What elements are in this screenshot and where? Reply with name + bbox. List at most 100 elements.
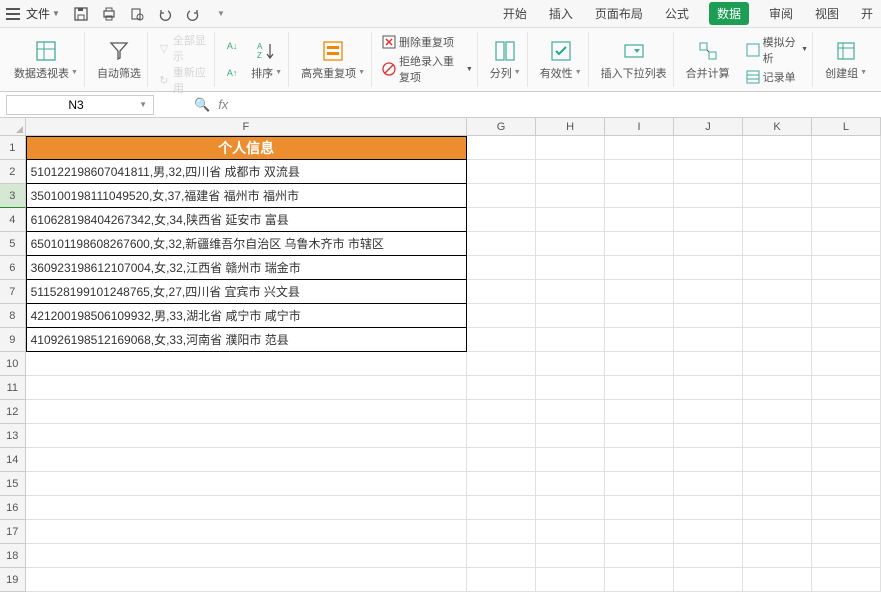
cell[interactable] — [26, 448, 467, 472]
undo-icon[interactable] — [156, 5, 174, 23]
cell[interactable] — [674, 256, 743, 280]
cell[interactable] — [812, 424, 881, 448]
col-header-I[interactable]: I — [605, 118, 674, 136]
cell[interactable] — [674, 424, 743, 448]
cell[interactable] — [605, 352, 674, 376]
cell[interactable] — [605, 544, 674, 568]
cell[interactable] — [26, 424, 467, 448]
cell[interactable] — [812, 304, 881, 328]
row-header-5[interactable]: 5 — [0, 232, 26, 256]
cell[interactable] — [536, 496, 605, 520]
search-icon[interactable]: 🔍 — [194, 97, 210, 113]
cell[interactable] — [605, 160, 674, 184]
menu-icon[interactable] — [6, 8, 20, 20]
cell[interactable] — [467, 472, 536, 496]
cell[interactable] — [467, 400, 536, 424]
cell[interactable] — [605, 376, 674, 400]
cell[interactable] — [605, 568, 674, 592]
spreadsheet-grid[interactable]: F G H I J K L 1个人信息2510122198607041811,男… — [0, 118, 881, 592]
qat-customize-icon[interactable]: ▼ — [212, 5, 230, 23]
cell-data[interactable]: 650101198608267600,女,32,新疆维吾尔自治区 乌鲁木齐市 市… — [26, 232, 467, 256]
row-header-4[interactable]: 4 — [0, 208, 26, 232]
row-header-7[interactable]: 7 — [0, 280, 26, 304]
cell[interactable] — [605, 448, 674, 472]
cell[interactable] — [467, 544, 536, 568]
cell[interactable] — [812, 208, 881, 232]
cell[interactable] — [812, 328, 881, 352]
cell[interactable] — [812, 448, 881, 472]
cell[interactable] — [743, 472, 812, 496]
cell[interactable] — [467, 496, 536, 520]
cell[interactable] — [26, 496, 467, 520]
cell[interactable] — [743, 376, 812, 400]
cell[interactable] — [674, 496, 743, 520]
cell[interactable] — [743, 328, 812, 352]
cell[interactable] — [743, 400, 812, 424]
insert-dropdown-button[interactable]: 插入下拉列表 — [595, 32, 674, 87]
cell[interactable] — [26, 568, 467, 592]
cell[interactable] — [743, 280, 812, 304]
tab-review[interactable]: 审阅 — [767, 1, 795, 26]
row-header-14[interactable]: 14 — [0, 448, 26, 472]
cell[interactable] — [743, 184, 812, 208]
cell[interactable] — [536, 544, 605, 568]
row-header-12[interactable]: 12 — [0, 400, 26, 424]
cell[interactable] — [812, 184, 881, 208]
print-icon[interactable] — [100, 5, 118, 23]
cell[interactable] — [605, 280, 674, 304]
cell[interactable] — [536, 208, 605, 232]
row-header-2[interactable]: 2 — [0, 160, 26, 184]
cell[interactable] — [467, 328, 536, 352]
row-header-3[interactable]: 3 — [0, 184, 26, 208]
cell[interactable] — [674, 568, 743, 592]
cell-data[interactable]: 360923198612107004,女,32,江西省 赣州市 瑞金市 — [26, 256, 467, 280]
row-header-18[interactable]: 18 — [0, 544, 26, 568]
cell[interactable] — [605, 136, 674, 160]
cell[interactable] — [743, 544, 812, 568]
cell[interactable] — [674, 400, 743, 424]
cell[interactable] — [674, 352, 743, 376]
cell[interactable] — [536, 232, 605, 256]
col-header-F[interactable]: F — [26, 118, 467, 136]
validation-button[interactable]: 有效性▼ — [534, 32, 589, 87]
cell-data[interactable]: 510122198607041811,男,32,四川省 成都市 双流县 — [26, 160, 467, 184]
cell[interactable] — [26, 472, 467, 496]
cell[interactable] — [26, 400, 467, 424]
fx-icon[interactable]: fx — [218, 97, 228, 112]
cell[interactable] — [467, 352, 536, 376]
cell-data[interactable]: 350100198111049520,女,37,福建省 福州市 福州市 — [26, 184, 467, 208]
tab-more[interactable]: 开 — [859, 1, 875, 26]
cell[interactable] — [605, 520, 674, 544]
cell-data[interactable]: 610628198404267342,女,34,陕西省 延安市 富县 — [26, 208, 467, 232]
cell[interactable] — [743, 568, 812, 592]
cell[interactable] — [536, 136, 605, 160]
name-box-input[interactable] — [13, 98, 139, 112]
cell[interactable] — [536, 328, 605, 352]
cell[interactable] — [812, 376, 881, 400]
formula-input[interactable] — [248, 98, 881, 112]
cell[interactable] — [812, 544, 881, 568]
cell[interactable] — [605, 472, 674, 496]
cell[interactable] — [467, 256, 536, 280]
cell[interactable] — [26, 544, 467, 568]
cell-header[interactable]: 个人信息 — [26, 136, 467, 160]
cell[interactable] — [467, 376, 536, 400]
cell[interactable] — [674, 520, 743, 544]
cell[interactable] — [467, 448, 536, 472]
cell[interactable] — [812, 568, 881, 592]
tab-formula[interactable]: 公式 — [663, 1, 691, 26]
cell[interactable] — [536, 280, 605, 304]
cell[interactable] — [812, 496, 881, 520]
redo-icon[interactable] — [184, 5, 202, 23]
row-header-6[interactable]: 6 — [0, 256, 26, 280]
cell[interactable] — [467, 136, 536, 160]
cell[interactable] — [467, 280, 536, 304]
row-header-9[interactable]: 9 — [0, 328, 26, 352]
cell[interactable] — [536, 472, 605, 496]
cell[interactable] — [743, 160, 812, 184]
sort-button[interactable]: AZ 排序▼ — [245, 32, 289, 87]
cell[interactable] — [26, 520, 467, 544]
cell[interactable] — [812, 520, 881, 544]
cell[interactable] — [743, 208, 812, 232]
cell[interactable] — [674, 160, 743, 184]
